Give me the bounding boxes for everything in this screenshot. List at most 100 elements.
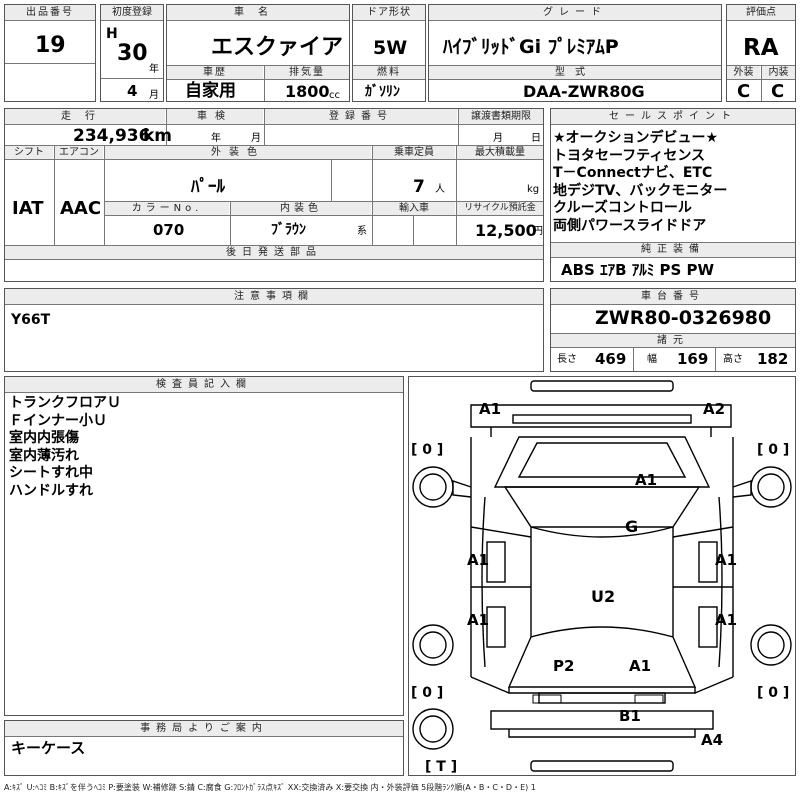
- recycle: 12,500: [475, 221, 537, 240]
- tr-day-unit: 日: [531, 133, 541, 144]
- mark-p2-rear: P2: [553, 657, 575, 675]
- inspector-box: 検査員記入欄 トランクフロアＵ Ｆインナー小Ｕ 室内内張傷 室内薄汚れ シートす…: [4, 376, 404, 716]
- transfer-label: 譲渡書類期限: [459, 109, 543, 124]
- capacity: 7: [413, 177, 425, 197]
- car-name: エスクァイア: [211, 35, 344, 60]
- name-box: 車名 エスクァイア 車歴 排気量 自家用 1800 cc: [166, 4, 350, 102]
- tire-front-right: [ 0 ]: [757, 442, 790, 458]
- month-unit: 月: [149, 90, 159, 101]
- wid-label: 幅: [647, 354, 657, 365]
- grade-box: グレード ﾊｲﾌﾞﾘｯﾄﾞGi ﾌﾟﾚﾐｱﾑP 型式 DAA-ZWR80G: [428, 4, 722, 102]
- mileage-label: 走行: [5, 109, 165, 124]
- grade: ﾊｲﾌﾞﾘｯﾄﾞGi ﾌﾟﾚﾐｱﾑP: [443, 36, 619, 58]
- model: DAA-ZWR80G: [523, 82, 645, 101]
- legend: A:ｷｽﾞ U:ﾍｺﾐ B:ｷｽﾞを伴うﾍｺﾐ P:要塗装 W:補修跡 S:錆 …: [4, 783, 536, 792]
- notes-box: 注意事項欄 Y66T: [4, 288, 544, 372]
- color-label: 外装色: [105, 146, 371, 159]
- door-label: ドア形状: [353, 5, 425, 20]
- era: H: [106, 26, 118, 42]
- ac: AAC: [60, 198, 102, 219]
- door-type: 5W: [373, 37, 408, 59]
- ext-score: C: [737, 81, 751, 102]
- chassis-label: 車台番号: [551, 289, 795, 304]
- mileage-unit: km: [143, 126, 173, 146]
- tire-spare: [ T ]: [425, 759, 458, 775]
- mark-b1-rear-bumper: B1: [619, 707, 641, 725]
- equipment: ABS ｴｱB ｱﾙﾐ PS PW: [561, 261, 715, 279]
- len-label: 長さ: [557, 354, 577, 365]
- ext-label: 外装: [727, 66, 760, 79]
- office-box: 事務局よりご案内 キーケース: [4, 720, 404, 776]
- lot-box: 出品番号 19: [4, 4, 96, 102]
- hgt: 182: [757, 350, 789, 368]
- mark-a1-left-rear-door: A1: [467, 611, 490, 629]
- inspection-label: 車検: [167, 109, 263, 124]
- ins-month-unit: 月: [251, 133, 261, 144]
- mark-a1-right-front-door: A1: [715, 551, 738, 569]
- score-box: 評価点 RA 外装 内装 C C: [726, 4, 796, 102]
- sales-point: トヨタセーフティセンス: [553, 147, 706, 164]
- sales-points-box: セールスポイント ★オークションデビュー★ トヨタセーフティセンス T－Conn…: [550, 108, 796, 282]
- wid: 169: [677, 350, 709, 368]
- capacity-unit: 人: [435, 184, 445, 195]
- interior-unit: 系: [357, 226, 367, 237]
- interior: ﾌﾞﾗｳﾝ: [271, 222, 306, 238]
- color-no-label: カラーNo.: [105, 202, 229, 215]
- info-grid: 走行 車検 登録番号 譲渡書類期限 234,936 km 年 月 月 日 シフト…: [4, 108, 544, 282]
- mileage: 234,936: [73, 126, 151, 146]
- len: 469: [595, 350, 627, 368]
- inspector-note: 室内薄汚れ: [9, 447, 79, 464]
- recycle-label: リサイクル預託金: [457, 202, 543, 215]
- chassis-box: 車台番号 ZWR80-0326980 諸元 長さ 469 幅 169 高さ 18…: [550, 288, 796, 372]
- interior-label: 内装色: [231, 202, 371, 215]
- notes-label: 注意事項欄: [5, 289, 543, 304]
- capacity-label: 乗車定員: [373, 146, 455, 159]
- mark-a1-front-left: A1: [479, 400, 502, 418]
- mark-a1-right-rear-door: A1: [715, 611, 738, 629]
- sales-point: クルーズコントロール: [553, 200, 692, 216]
- color: ﾊﾟｰﾙ: [191, 177, 225, 197]
- reg-label: 登録番号: [265, 109, 457, 124]
- hgt-label: 高さ: [723, 354, 743, 365]
- int-score: C: [771, 81, 785, 102]
- displacement: 1800: [285, 82, 330, 101]
- displacement-unit: cc: [329, 90, 340, 101]
- inspector-label: 検査員記入欄: [5, 377, 403, 392]
- lot-label: 出品番号: [5, 5, 95, 20]
- import-label: 輸入車: [373, 202, 455, 215]
- notes-text: Y66T: [11, 312, 51, 328]
- tr-month-unit: 月: [493, 133, 503, 144]
- score-label: 評価点: [727, 5, 795, 20]
- mark-a1-hood: A1: [635, 471, 658, 489]
- recycle-unit: 円: [533, 226, 543, 237]
- reg-year: 30: [117, 41, 148, 66]
- mark-a1-rear: A1: [629, 657, 652, 675]
- history-label: 車歴: [167, 66, 263, 79]
- first-reg-box: 初度登録 H 30 年 4 月: [100, 4, 164, 102]
- spec-label: 諸元: [551, 334, 795, 347]
- sales-point: 両側パワースライドドア: [553, 217, 707, 234]
- score: RA: [743, 35, 779, 61]
- chassis-number: ZWR80-0326980: [595, 307, 772, 329]
- ins-year-unit: 年: [211, 133, 221, 144]
- mark-g-windshield: G: [625, 517, 639, 536]
- tire-rear-right: [ 0 ]: [757, 685, 790, 701]
- grade-label: グレード: [429, 5, 721, 20]
- car-outline: [412, 380, 792, 772]
- load-unit: kg: [527, 184, 540, 195]
- reg-month: 4: [127, 82, 138, 100]
- name-label: 車名: [167, 5, 349, 20]
- mark-u2-roof: U2: [591, 587, 616, 606]
- inspector-note: 室内内張傷: [9, 430, 79, 446]
- sales-point: 地デジTV、バックモニター: [553, 182, 728, 199]
- tire-front-left: [ 0 ]: [411, 442, 444, 458]
- sales-points-label: セールスポイント: [551, 109, 795, 124]
- history: 自家用: [185, 81, 236, 101]
- office-text: キーケース: [11, 739, 86, 757]
- model-label: 型式: [429, 66, 721, 79]
- color-no: 070: [153, 221, 185, 239]
- sales-point: ★オークションデビュー★: [553, 130, 719, 146]
- later-label: 後日発送部品: [5, 246, 543, 259]
- fuel: ｶﾞｿﾘﾝ: [365, 84, 400, 100]
- lot-number: 19: [35, 33, 66, 58]
